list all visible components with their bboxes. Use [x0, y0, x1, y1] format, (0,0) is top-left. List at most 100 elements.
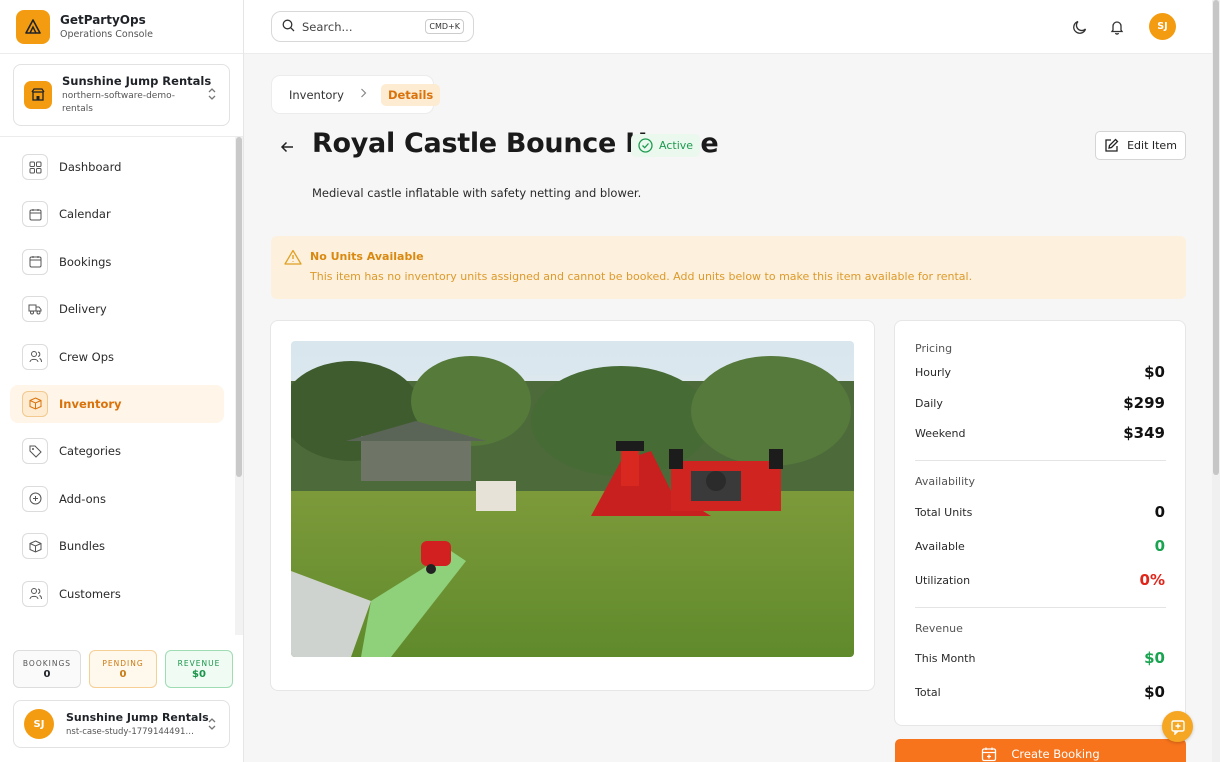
sidebar-item-label: Crew Ops	[59, 349, 114, 364]
sidebar-item-crew-ops[interactable]: Crew Ops	[10, 338, 224, 376]
dashboard-icon	[22, 154, 48, 180]
sidebar-item-categories[interactable]: Categories	[10, 432, 224, 470]
sidebar-item-label: Add-ons	[59, 491, 106, 506]
this-month-value: $0	[1144, 649, 1165, 667]
chat-icon[interactable]	[1162, 711, 1193, 742]
availability-title: Availability	[915, 475, 975, 488]
sidebar-item-delivery[interactable]: Delivery	[10, 290, 224, 328]
bookings-icon	[22, 248, 48, 275]
brand-subtitle: Operations Console	[60, 29, 153, 40]
alert-text: This item has no inventory units assigne…	[310, 270, 973, 283]
calendar-icon	[22, 201, 48, 228]
sidebar-item-label: Customers	[59, 586, 121, 601]
daily-price: $299	[1123, 394, 1165, 412]
pricing-title: Pricing	[915, 342, 953, 355]
bell-icon[interactable]	[1105, 15, 1129, 39]
sidebar-stats: BOOKINGS 0 PENDING 0 REVENUE $0	[13, 650, 233, 688]
stat-value: $0	[192, 669, 206, 680]
bundle-icon	[22, 533, 48, 560]
create-booking-label: Create Booking	[1011, 747, 1100, 761]
sidebar-scrollbar[interactable]	[235, 137, 243, 635]
revenue-title: Revenue	[915, 622, 963, 635]
chevron-updown-icon	[207, 87, 217, 103]
calendar-plus-icon	[982, 747, 997, 762]
sidebar-scroll-thumb[interactable]	[236, 137, 242, 477]
brand-header[interactable]: GetPartyOps Operations Console	[0, 0, 243, 54]
weekend-label: Weekend	[915, 427, 966, 440]
no-units-alert: No Units Available This item has no inve…	[271, 236, 1186, 299]
workspace-switcher[interactable]: Sunshine Jump Rentals northern-software-…	[13, 64, 230, 126]
alert-title: No Units Available	[310, 250, 424, 263]
edit-icon	[1105, 138, 1119, 152]
page-scrollbar[interactable]	[1212, 0, 1220, 762]
status-badge: Active	[631, 134, 701, 157]
available-label: Available	[915, 540, 965, 553]
moon-icon[interactable]	[1068, 15, 1092, 39]
workspace-slug: northern-software-demo-rentals	[62, 91, 176, 114]
this-month-label: This Month	[915, 652, 976, 665]
breadcrumb: Inventory Details	[271, 75, 441, 114]
hourly-label: Hourly	[915, 366, 952, 379]
crew-icon	[22, 343, 48, 370]
brand-logo-icon	[16, 9, 50, 44]
stat-value: 0	[43, 669, 51, 680]
stat-revenue[interactable]: REVENUE $0	[165, 650, 233, 688]
stat-label: BOOKINGS	[22, 659, 72, 668]
breadcrumb-current: Details	[380, 83, 441, 106]
search-input[interactable]: Search... CMD+K	[271, 11, 474, 42]
edit-item-button[interactable]: Edit Item	[1095, 131, 1186, 160]
keyboard-shortcut: CMD+K	[425, 19, 464, 34]
sidebar-item-bundles[interactable]: Bundles	[10, 527, 224, 565]
sidebar: GetPartyOps Operations Console Sunshine …	[0, 0, 244, 762]
sidebar-item-calendar[interactable]: Calendar	[10, 195, 224, 233]
stat-pending[interactable]: PENDING 0	[89, 650, 157, 688]
search-placeholder: Search...	[302, 19, 353, 34]
search-icon	[282, 19, 295, 35]
sidebar-item-label: Dashboard	[59, 160, 122, 174]
topbar: Search... CMD+K SJ	[244, 0, 1212, 54]
total-revenue-value: $0	[1144, 683, 1165, 701]
sidebar-nav: Dashboard Calendar Bookings Delivery Cre…	[0, 148, 234, 636]
plus-circle-icon	[22, 485, 48, 512]
tag-icon	[22, 438, 48, 465]
stat-label: PENDING	[102, 659, 144, 668]
chevron-updown-icon	[207, 717, 217, 733]
item-image-card	[270, 320, 875, 691]
breadcrumb-inventory-link[interactable]: Inventory	[289, 88, 344, 102]
customers-icon	[22, 580, 48, 607]
item-stats-card: Pricing Hourly $0 Daily $299 Weekend $34…	[894, 320, 1186, 726]
divider	[915, 607, 1166, 608]
workspace-name: Sunshine Jump Rentals	[62, 74, 212, 88]
user-menu[interactable]: SJ Sunshine Jump Rentals nst-case-study-…	[13, 700, 230, 748]
stat-label: REVENUE	[177, 659, 221, 668]
total-revenue-label: Total	[915, 686, 941, 699]
total-units-value: 0	[1154, 503, 1165, 521]
avatar[interactable]: SJ	[1149, 13, 1176, 40]
check-circle-icon	[638, 138, 653, 153]
sidebar-item-inventory[interactable]: Inventory	[10, 384, 224, 423]
stat-bookings[interactable]: BOOKINGS 0	[13, 650, 81, 688]
utilization-value: 0%	[1139, 571, 1165, 589]
page-scroll-thumb[interactable]	[1213, 0, 1219, 475]
back-arrow-icon[interactable]	[276, 136, 298, 158]
box-icon	[22, 390, 48, 417]
sidebar-item-label: Calendar	[59, 207, 111, 222]
sidebar-item-add-ons[interactable]: Add-ons	[10, 480, 224, 518]
sidebar-item-label: Inventory	[59, 396, 122, 411]
divider	[915, 460, 1166, 461]
sidebar-item-dashboard[interactable]: Dashboard	[10, 148, 224, 186]
create-booking-button[interactable]: Create Booking	[895, 739, 1186, 762]
brand-name: GetPartyOps	[60, 13, 146, 27]
sidebar-item-label: Delivery	[59, 302, 107, 317]
sidebar-item-bookings[interactable]: Bookings	[10, 243, 224, 281]
storefront-icon	[24, 81, 52, 109]
sidebar-item-label: Categories	[59, 444, 121, 459]
sidebar-item-label: Bundles	[59, 539, 106, 554]
sidebar-item-customers[interactable]: Customers	[10, 575, 224, 613]
divider	[0, 136, 243, 137]
user-id: nst-case-study-177914449116	[66, 727, 196, 737]
chevron-right-icon	[360, 88, 367, 101]
status-text: Active	[659, 139, 694, 152]
available-value: 0	[1154, 537, 1165, 555]
stat-value: 0	[119, 669, 127, 680]
